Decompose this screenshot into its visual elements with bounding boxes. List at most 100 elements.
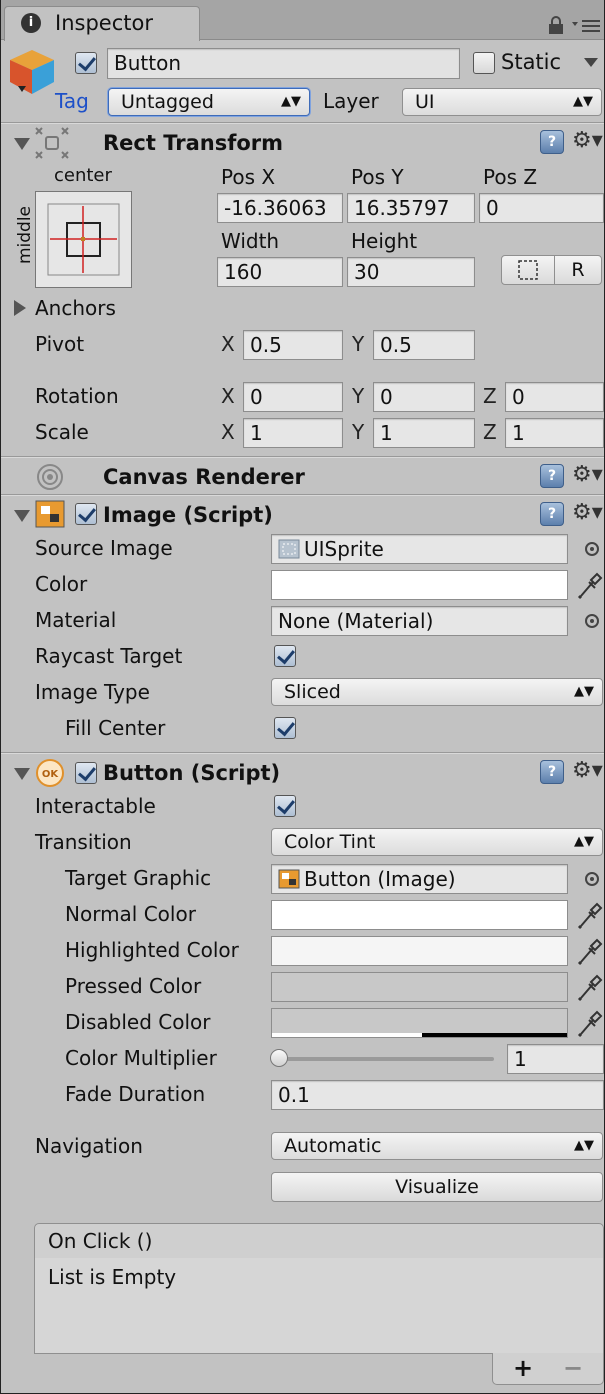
layer-dropdown[interactable]: UI ▲▼ <box>402 88 602 116</box>
width-label: Width <box>221 229 280 253</box>
help-book-icon[interactable]: ? <box>540 130 564 154</box>
visualize-button[interactable]: Visualize <box>271 1172 603 1202</box>
eyedropper-icon[interactable] <box>577 972 603 1002</box>
menu-icon[interactable] <box>572 18 600 34</box>
target-graphic-value: Button (Image) <box>304 867 456 891</box>
foldout-arrow-icon[interactable] <box>14 510 30 522</box>
rotation-y-field[interactable]: 0 <box>373 382 475 412</box>
static-checkbox[interactable] <box>473 52 495 74</box>
rotation-z-field[interactable]: 0 <box>505 382 604 412</box>
rotation-z-label: Z <box>483 384 497 408</box>
source-image-label: Source Image <box>35 536 173 560</box>
foldout-arrow-icon[interactable] <box>14 768 30 780</box>
height-field[interactable]: 30 <box>347 257 475 287</box>
object-picker-icon[interactable] <box>585 614 599 628</box>
scale-z-field[interactable]: 1 <box>505 418 604 448</box>
image-type-dropdown[interactable]: Sliced ▲▼ <box>271 678 603 706</box>
help-book-icon[interactable]: ? <box>540 760 564 784</box>
source-image-field[interactable]: UISprite <box>271 534 568 564</box>
onclick-footer: + − <box>492 1353 604 1385</box>
pos-y-label: Pos Y <box>351 165 404 189</box>
slider-thumb[interactable] <box>270 1049 288 1067</box>
color-swatch[interactable] <box>271 570 568 600</box>
pressed-color-swatch[interactable] <box>271 972 568 1002</box>
pos-z-field[interactable]: 0 <box>479 193 604 223</box>
image-enabled-checkbox[interactable] <box>75 503 97 525</box>
normal-color-swatch[interactable] <box>271 900 568 930</box>
navigation-label: Navigation <box>35 1134 143 1158</box>
color-multiplier-field[interactable]: 1 <box>507 1044 604 1074</box>
transition-value: Color Tint <box>284 831 376 853</box>
anchors-label[interactable]: Anchors <box>35 296 116 320</box>
help-book-icon[interactable]: ? <box>540 502 564 526</box>
fill-center-checkbox[interactable] <box>274 717 296 739</box>
lock-icon[interactable] <box>548 16 564 34</box>
tag-label: Tag <box>55 89 89 113</box>
anchors-foldout-icon[interactable] <box>14 300 26 316</box>
gear-icon[interactable]: ⚙▾ <box>572 129 603 153</box>
rotation-x-field[interactable]: 0 <box>243 382 343 412</box>
color-multiplier-slider[interactable] <box>278 1057 494 1061</box>
tab-label: Inspector <box>55 11 153 35</box>
eyedropper-icon[interactable] <box>577 900 603 930</box>
tag-dropdown[interactable]: Untagged ▲▼ <box>108 88 310 116</box>
image-type-label: Image Type <box>35 680 150 704</box>
normal-color-label: Normal Color <box>65 902 196 926</box>
object-picker-icon[interactable] <box>585 872 599 886</box>
interactable-checkbox[interactable] <box>274 795 296 817</box>
transition-dropdown[interactable]: Color Tint ▲▼ <box>271 828 603 856</box>
object-picker-icon[interactable] <box>585 542 599 556</box>
eyedropper-icon[interactable] <box>577 1008 603 1038</box>
updown-arrow-icon: ▲▼ <box>574 684 594 699</box>
canvas-renderer-title: Canvas Renderer <box>103 465 305 489</box>
onclick-title: On Click () <box>48 1229 153 1253</box>
fade-duration-label: Fade Duration <box>65 1082 206 1106</box>
pos-x-label: Pos X <box>221 165 276 189</box>
eyedropper-icon[interactable] <box>577 570 603 600</box>
remove-listener-button[interactable]: − <box>563 1354 583 1382</box>
disabled-color-swatch[interactable] <box>271 1008 568 1038</box>
highlighted-color-swatch[interactable] <box>271 936 568 966</box>
onclick-empty-text: List is Empty <box>48 1265 177 1289</box>
button-component-icon: OK <box>36 759 64 787</box>
help-book-icon[interactable]: ? <box>540 464 564 488</box>
scale-x-field[interactable]: 1 <box>243 418 343 448</box>
material-field[interactable]: None (Material) <box>271 606 568 636</box>
rect-transform-title: Rect Transform <box>103 131 284 155</box>
pivot-x-field[interactable]: 0.5 <box>243 330 343 360</box>
gear-icon[interactable]: ⚙▾ <box>572 463 603 487</box>
object-name-field[interactable]: Button <box>107 48 460 79</box>
button-enabled-checkbox[interactable] <box>75 762 97 784</box>
updown-arrow-icon: ▲▼ <box>574 1138 594 1153</box>
dotted-rect-icon <box>518 260 538 280</box>
anchor-presets-button[interactable] <box>35 191 132 288</box>
add-listener-button[interactable]: + <box>513 1354 533 1382</box>
target-graphic-field[interactable]: Button (Image) <box>271 864 568 894</box>
updown-arrow-icon: ▲▼ <box>574 834 594 849</box>
scale-y-field[interactable]: 1 <box>373 418 475 448</box>
static-dropdown-icon[interactable] <box>584 58 598 68</box>
divider <box>0 752 605 754</box>
interactable-label: Interactable <box>35 794 156 818</box>
navigation-dropdown[interactable]: Automatic ▲▼ <box>271 1132 603 1160</box>
fade-duration-field[interactable]: 0.1 <box>271 1080 604 1110</box>
canvas-renderer-icon <box>37 464 63 490</box>
pivot-y-field[interactable]: 0.5 <box>373 330 475 360</box>
gear-icon[interactable]: ⚙▾ <box>572 501 603 525</box>
active-checkbox[interactable] <box>75 52 97 74</box>
width-field[interactable]: 160 <box>217 257 343 287</box>
scale-x-label: X <box>221 420 235 444</box>
pos-y-field[interactable]: 16.35797 <box>347 193 475 223</box>
height-label: Height <box>351 229 418 253</box>
raycast-target-checkbox[interactable] <box>274 645 296 667</box>
pos-x-field[interactable]: -16.36063 <box>217 193 343 223</box>
gear-icon[interactable]: ⚙▾ <box>572 759 603 783</box>
eyedropper-icon[interactable] <box>577 936 603 966</box>
pivot-y-label: Y <box>352 332 365 356</box>
info-icon: i <box>21 13 41 33</box>
tab-inspector[interactable]: i Inspector <box>4 6 200 41</box>
foldout-arrow-icon[interactable] <box>14 138 30 150</box>
raycast-target-label: Raycast Target <box>35 644 183 668</box>
raw-edit-button[interactable]: R <box>554 255 602 285</box>
blueprint-mode-button[interactable] <box>501 255 555 285</box>
